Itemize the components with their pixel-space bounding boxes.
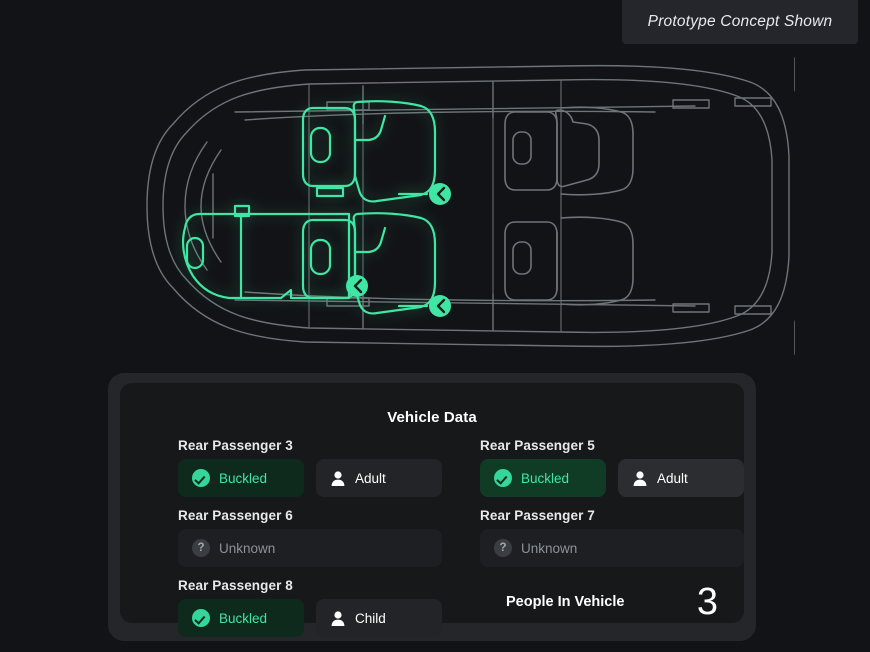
belt-status-chip-rear-5[interactable]: Buckled bbox=[480, 459, 606, 497]
vehicle-occupancy-screen: Prototype Concept Shown Vehicle Data Rea… bbox=[0, 0, 870, 652]
passenger-cell-rear-6: Rear Passenger 6 ? Unknown bbox=[178, 497, 442, 567]
question-circle-icon: ? bbox=[494, 539, 512, 557]
person-icon bbox=[331, 610, 345, 626]
belt-status-label: Buckled bbox=[219, 470, 268, 486]
chip-group: Buckled Adult bbox=[178, 459, 442, 497]
seatbelt-badge-rear-passenger-3 bbox=[429, 183, 451, 205]
person-icon bbox=[633, 470, 647, 486]
passenger-grid: Rear Passenger 3 Buckled Adult Rear Pass… bbox=[178, 427, 744, 637]
check-circle-icon bbox=[192, 469, 210, 487]
belt-status-chip-rear-6[interactable]: ? Unknown bbox=[178, 529, 442, 567]
passenger-cell-rear-3: Rear Passenger 3 Buckled Adult bbox=[178, 427, 442, 497]
person-icon bbox=[331, 470, 345, 486]
seatbelt-badge-rear-passenger-8 bbox=[346, 275, 368, 297]
seat-label: Rear Passenger 3 bbox=[178, 438, 293, 453]
panel-title: Vehicle Data bbox=[387, 409, 477, 426]
occupant-type-chip-rear-8[interactable]: Child bbox=[316, 599, 442, 637]
people-in-vehicle-count: 3 bbox=[696, 581, 718, 623]
people-in-vehicle-label: People In Vehicle bbox=[506, 594, 625, 610]
belt-status-label: Buckled bbox=[521, 470, 570, 486]
passenger-cell-rear-5: Rear Passenger 5 Buckled Adult bbox=[480, 427, 744, 497]
chip-group: ? Unknown bbox=[480, 529, 744, 567]
passenger-row-last: Rear Passenger 8 Buckled Child People In… bbox=[178, 567, 730, 637]
seat-label: Rear Passenger 6 bbox=[178, 508, 293, 523]
passenger-cell-rear-8: Rear Passenger 8 Buckled Child bbox=[178, 567, 442, 637]
belt-status-label: Buckled bbox=[219, 610, 268, 626]
front-seat-row-outline bbox=[504, 106, 634, 306]
occupant-type-label: Child bbox=[355, 610, 386, 626]
vehicle-diagram bbox=[95, 46, 795, 366]
occupant-type-chip-rear-5[interactable]: Adult bbox=[618, 459, 744, 497]
passenger-cell-rear-7: Rear Passenger 7 ? Unknown bbox=[480, 497, 744, 567]
belt-status-label: Unknown bbox=[219, 540, 276, 556]
belt-status-label: Unknown bbox=[521, 540, 578, 556]
prototype-disclaimer-banner: Prototype Concept Shown bbox=[622, 0, 858, 44]
passenger-row: Rear Passenger 3 Buckled Adult Rear Pass… bbox=[178, 427, 744, 497]
occupant-type-label: Adult bbox=[657, 470, 688, 486]
passenger-row: Rear Passenger 6 ? Unknown Rear Passenge… bbox=[178, 497, 744, 567]
chip-group: Buckled Adult bbox=[480, 459, 744, 497]
people-in-vehicle-summary: People In Vehicle 3 bbox=[506, 567, 730, 637]
seatbelt-badge-rear-passenger-5 bbox=[429, 295, 451, 317]
belt-status-chip-rear-3[interactable]: Buckled bbox=[178, 459, 304, 497]
vehicle-data-panel: Vehicle Data Rear Passenger 3 Buckled Ad… bbox=[108, 373, 756, 641]
prototype-disclaimer-text: Prototype Concept Shown bbox=[647, 13, 833, 30]
occupant-type-label: Adult bbox=[355, 470, 386, 486]
check-circle-icon bbox=[494, 469, 512, 487]
question-circle-icon: ? bbox=[192, 539, 210, 557]
vehicle-data-panel-inner: Vehicle Data Rear Passenger 3 Buckled Ad… bbox=[120, 383, 744, 637]
belt-status-chip-rear-8[interactable]: Buckled bbox=[178, 599, 304, 637]
chip-group: Buckled Child bbox=[178, 599, 442, 637]
occupant-type-chip-rear-3[interactable]: Adult bbox=[316, 459, 442, 497]
chip-group: ? Unknown bbox=[178, 529, 442, 567]
seat-label: Rear Passenger 8 bbox=[178, 578, 293, 593]
check-circle-icon bbox=[192, 609, 210, 627]
seat-label: Rear Passenger 7 bbox=[480, 508, 595, 523]
belt-status-chip-rear-7[interactable]: ? Unknown bbox=[480, 529, 744, 567]
seat-label: Rear Passenger 5 bbox=[480, 438, 595, 453]
